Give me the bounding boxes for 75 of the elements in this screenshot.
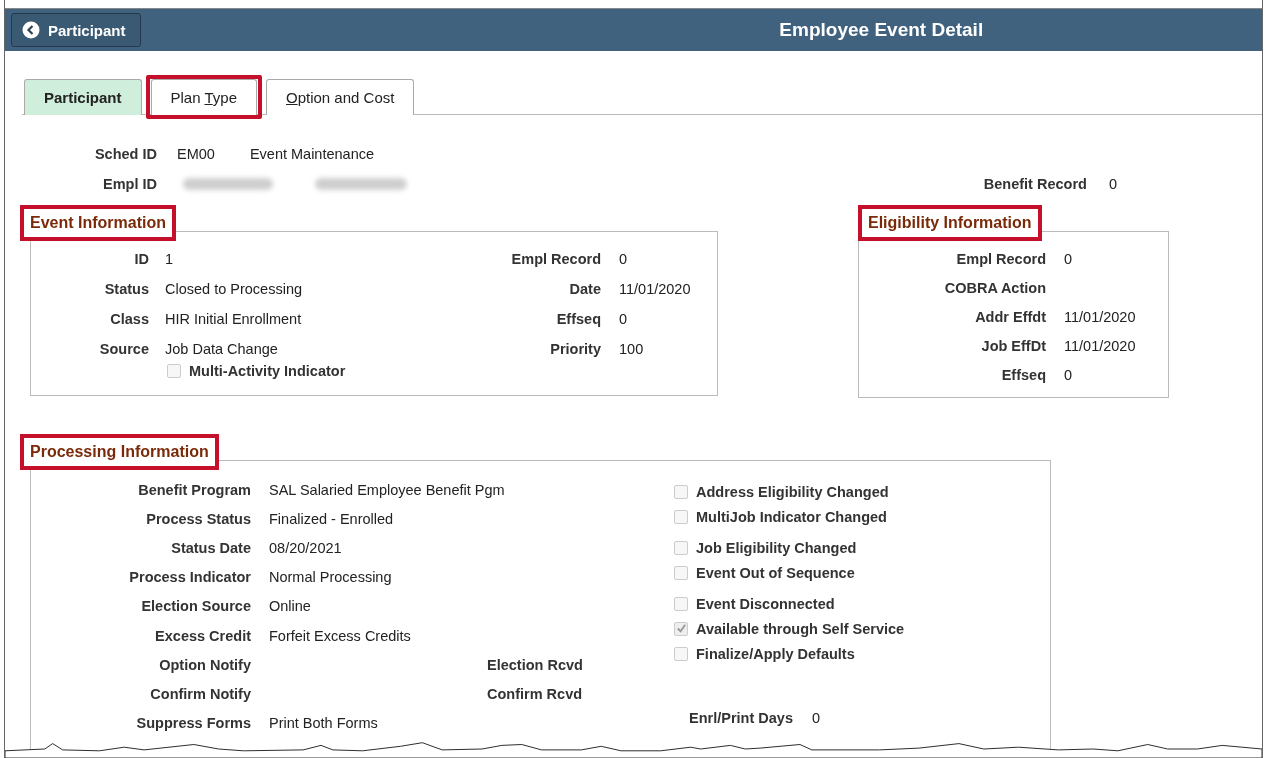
- field-value: EM00: [177, 146, 215, 162]
- field-label: ID: [133, 250, 149, 269]
- field-value: 100: [619, 340, 645, 359]
- field-label: Priority: [549, 340, 601, 359]
- field-label: Sched ID: [93, 146, 157, 162]
- field-value: 08/20/2021: [269, 539, 342, 556]
- checkbox[interactable]: [674, 565, 688, 580]
- field-label: Status Date: [170, 539, 251, 556]
- field-value: HIR Initial Enrollment: [165, 310, 303, 329]
- field-value: Closed to Processing: [165, 280, 303, 299]
- field-value: Event Maintenance: [249, 146, 375, 162]
- checkbox[interactable]: [674, 596, 688, 611]
- back-icon: [22, 21, 40, 39]
- checkbox[interactable]: [674, 646, 688, 661]
- field-label: Status: [103, 280, 149, 299]
- field-label: Suppress Forms: [135, 715, 251, 732]
- field-label: Enrl/Print Days: [689, 710, 793, 726]
- field-value: Print Both Forms: [269, 715, 378, 732]
- section-title: Event Information: [20, 205, 176, 241]
- checkbox-label: Event Out of Sequence: [696, 564, 855, 581]
- field-value: Online: [269, 598, 311, 615]
- checkbox[interactable]: [674, 509, 688, 524]
- field-label: Empl ID: [102, 176, 157, 192]
- field-value: 11/01/2020: [1064, 337, 1137, 356]
- field-value: 0: [811, 710, 821, 726]
- field-value: 0: [1064, 250, 1074, 269]
- tab[interactable]: Option and Cost: [266, 79, 415, 115]
- field-value: Normal Processing: [269, 569, 392, 586]
- field-label: Option Notify: [158, 656, 251, 673]
- field-label: Election Source: [140, 598, 251, 615]
- checkbox-label: Job Eligibility Changed: [696, 539, 857, 556]
- field-label: Process Status: [145, 510, 251, 527]
- field-label: COBRA Action: [943, 279, 1046, 298]
- field-label: Effseq: [555, 310, 601, 329]
- field-label: Job EffDt: [980, 337, 1046, 356]
- field-label: Benefit Record: [983, 176, 1087, 192]
- field-value: Finalized - Enrolled: [269, 510, 394, 527]
- field-value: 0: [1064, 366, 1074, 385]
- field-value: 1: [165, 250, 175, 269]
- checkbox-label: Multi-Activity Indicator: [189, 363, 346, 379]
- field-value: Forfeit Excess Credits: [269, 627, 411, 644]
- field-label: Class: [109, 310, 149, 329]
- field-label: Source: [98, 340, 149, 359]
- checkbox-label: Available through Self Service: [696, 620, 905, 637]
- checkbox-label: MultiJob Indicator Changed: [696, 508, 887, 525]
- checkbox[interactable]: [674, 540, 688, 555]
- section-title: Processing Information: [20, 434, 219, 470]
- field-value: Job Data Change: [165, 340, 279, 359]
- section-title: Eligibility Information: [858, 205, 1042, 241]
- field-value: 0: [1108, 176, 1117, 192]
- field-value: 11/01/2020: [1064, 308, 1137, 327]
- checkbox[interactable]: [674, 484, 688, 499]
- field-label: Effseq: [1000, 366, 1046, 385]
- field-value: 0: [619, 310, 629, 329]
- field-label: Process Indicator: [128, 569, 251, 586]
- field-label: Addr Effdt: [974, 308, 1046, 327]
- field-label: Empl Record: [510, 250, 601, 269]
- field-value: SAL Salaried Employee Benefit Pgm: [269, 481, 505, 498]
- checkbox[interactable]: [674, 621, 688, 636]
- field-label: Empl Record: [955, 250, 1046, 269]
- field-label: Benefit Program: [137, 481, 251, 498]
- checkbox-label: Finalize/Apply Defaults: [696, 645, 855, 662]
- field-label: Confirm Rcvd: [487, 685, 579, 702]
- field-value: 11/01/2020: [619, 280, 692, 299]
- field-label: Excess Credit: [154, 627, 251, 644]
- field-value: 0: [619, 250, 629, 269]
- page-title: Employee Event Detail: [779, 19, 984, 40]
- checkbox[interactable]: [167, 364, 181, 378]
- field-label: Confirm Notify: [149, 685, 251, 702]
- back-button[interactable]: Participant: [11, 13, 141, 47]
- checkbox-label: Event Disconnected: [696, 595, 835, 612]
- tab[interactable]: Plan Type: [150, 79, 257, 115]
- checkbox-label: Address Eligibility Changed: [696, 483, 889, 500]
- tab[interactable]: Participant: [24, 79, 142, 115]
- field-label: Date: [568, 280, 601, 299]
